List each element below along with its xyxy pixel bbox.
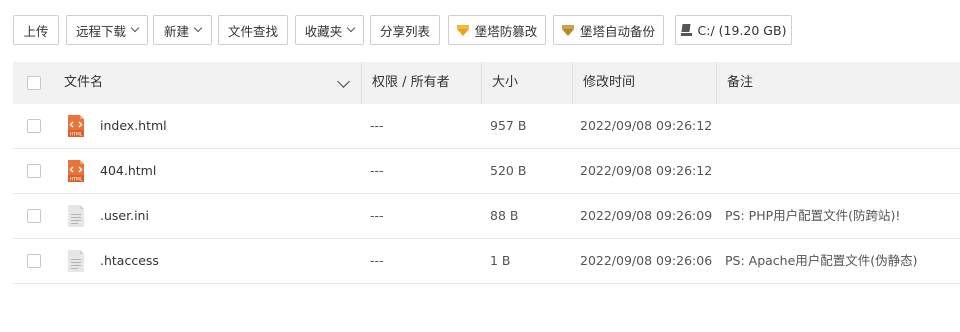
chevron-down-icon	[347, 23, 356, 33]
svg-text:HTML: HTML	[70, 132, 83, 138]
diamond-icon	[456, 24, 469, 36]
remote-download-button[interactable]: 远程下载	[66, 15, 148, 45]
column-name-label: 文件名	[64, 75, 104, 90]
remote-download-label: 远程下载	[75, 23, 126, 39]
column-modified-label: 修改时间	[583, 75, 636, 90]
file-modified: 2022/09/08 09:26:12	[580, 163, 713, 178]
column-header-name[interactable]: 文件名	[54, 62, 361, 104]
file-size: 1 B	[490, 253, 511, 268]
row-checkbox[interactable]	[27, 254, 41, 268]
column-note-label: 备注	[727, 75, 754, 90]
chevron-down-icon	[193, 23, 203, 33]
auto-backup-button[interactable]: 堡塔自动备份	[553, 15, 664, 45]
file-size: 957 B	[490, 118, 527, 133]
table-row[interactable]: .user.ini --- 88 B 2022/09/08 09:26:09 P…	[13, 194, 960, 239]
share-list-button[interactable]: 分享列表	[370, 15, 440, 45]
row-checkbox[interactable]	[27, 209, 41, 223]
text-file-icon	[68, 250, 84, 272]
disk-button[interactable]: C:/ (19.20 GB)	[675, 15, 792, 45]
toolbar: 上传 远程下载 新建 文件查找 收藏夹 分享列表 堡塔防篡改 堡塔自动备份 C:…	[0, 0, 960, 62]
file-permission[interactable]: ---	[370, 149, 384, 193]
html-file-icon: HTML	[68, 115, 84, 138]
file-modified: 2022/09/08 09:26:12	[580, 118, 713, 133]
select-all-checkbox[interactable]	[27, 76, 41, 90]
file-name[interactable]: .htaccess	[100, 239, 159, 283]
column-header-size[interactable]: 大小	[481, 62, 572, 104]
auto-backup-label: 堡塔自动备份	[579, 23, 655, 39]
new-button[interactable]: 新建	[153, 15, 212, 45]
file-note[interactable]: PS: Apache用户配置文件(伪静态)	[725, 239, 918, 283]
file-name[interactable]: index.html	[100, 104, 167, 148]
column-header-permission[interactable]: 权限 / 所有者	[361, 62, 481, 104]
disk-label: C:/ (19.20 GB)	[697, 22, 787, 38]
column-header-note: 备注	[716, 62, 960, 104]
upload-button[interactable]: 上传	[13, 15, 59, 45]
disk-icon	[680, 24, 692, 36]
diamond-icon	[561, 24, 574, 36]
file-search-button[interactable]: 文件查找	[218, 15, 288, 45]
table-row[interactable]: .htaccess --- 1 B 2022/09/08 09:26:06 PS…	[13, 239, 960, 284]
anti-tamper-button[interactable]: 堡塔防篡改	[448, 15, 546, 45]
chevron-down-icon	[130, 23, 140, 33]
favorites-button[interactable]: 收藏夹	[295, 15, 364, 45]
file-modified: 2022/09/08 09:26:09	[580, 208, 713, 223]
file-note[interactable]: PS: PHP用户配置文件(防跨站)!	[725, 194, 900, 238]
file-size: 520 B	[490, 163, 527, 178]
share-list-label: 分享列表	[379, 23, 430, 39]
upload-label: 上传	[23, 23, 49, 39]
column-size-label: 大小	[492, 75, 519, 90]
html-file-icon: HTML	[68, 160, 84, 183]
column-permission-label: 权限 / 所有者	[372, 75, 450, 90]
file-permission[interactable]: ---	[370, 104, 384, 148]
table-header: 文件名 权限 / 所有者 大小 修改时间 备注	[13, 62, 960, 104]
file-size: 88 B	[490, 208, 519, 223]
anti-tamper-label: 堡塔防篡改	[474, 23, 538, 39]
text-file-icon	[68, 205, 84, 227]
row-checkbox[interactable]	[27, 164, 41, 178]
favorites-label: 收藏夹	[304, 23, 343, 39]
table-row[interactable]: HTML index.html --- 957 B 2022/09/08 09:…	[13, 104, 960, 149]
file-name[interactable]: 404.html	[100, 149, 156, 193]
row-checkbox[interactable]	[27, 119, 41, 133]
new-label: 新建	[163, 23, 189, 39]
svg-text:HTML: HTML	[70, 177, 83, 183]
table-row[interactable]: HTML 404.html --- 520 B 2022/09/08 09:26…	[13, 149, 960, 194]
file-search-label: 文件查找	[227, 23, 278, 39]
file-modified: 2022/09/08 09:26:06	[580, 253, 713, 268]
column-header-modified[interactable]: 修改时间	[572, 62, 716, 104]
file-permission[interactable]: ---	[370, 194, 384, 238]
file-permission[interactable]: ---	[370, 239, 384, 283]
file-name[interactable]: .user.ini	[100, 194, 149, 238]
